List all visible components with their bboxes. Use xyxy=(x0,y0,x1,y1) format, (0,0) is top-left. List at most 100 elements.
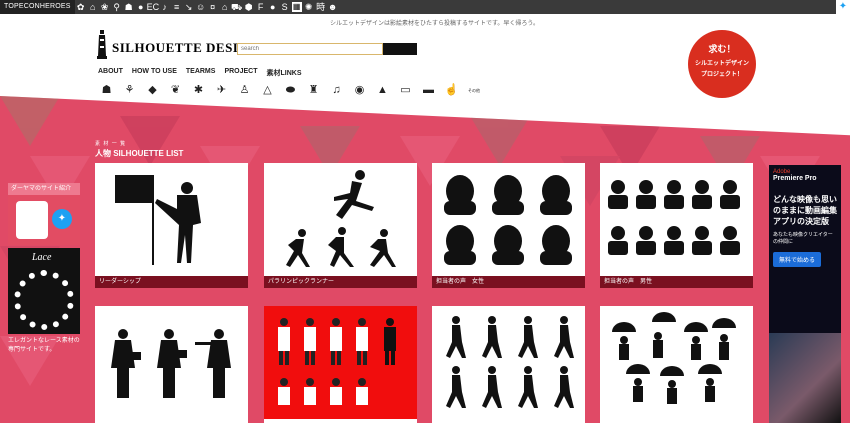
home-icon[interactable]: ⌂ xyxy=(87,0,99,14)
card-doctors[interactable] xyxy=(264,306,417,423)
shop-icon[interactable]: ⌂ xyxy=(219,0,231,14)
s-icon[interactable]: S xyxy=(279,0,291,14)
music-icon[interactable]: ♪ xyxy=(159,0,171,14)
site-logo[interactable]: SILHOUETTE DESIGN xyxy=(95,28,259,60)
pill-icon[interactable]: ⬬ xyxy=(283,84,298,97)
umbrella-silhouettes xyxy=(612,312,736,404)
symbol-icon[interactable]: ¤ xyxy=(207,0,219,14)
bubble-icon[interactable]: ● xyxy=(135,0,147,14)
section-heading: 素 材 一 覧 人物 SILHOUETTE LIST xyxy=(95,140,183,159)
lace-title: Lace xyxy=(32,252,52,263)
hand-icon[interactable]: ☝ xyxy=(444,84,459,97)
nav-how-to-use[interactable]: HOW TO USE xyxy=(132,68,177,78)
f-icon[interactable]: F xyxy=(255,0,267,14)
sidebar-heading: ダーヤマのサイト紹介 xyxy=(8,183,80,195)
card-image xyxy=(432,306,585,419)
card-image xyxy=(264,306,417,419)
hexagon-icon[interactable]: ⬢ xyxy=(243,0,255,14)
card-voice-female[interactable]: 担当者の声 女性 xyxy=(432,163,585,288)
search-form xyxy=(237,43,417,55)
category-more[interactable]: その他 xyxy=(467,84,481,97)
leaf-icon[interactable]: ❦ xyxy=(168,84,183,97)
lace-banner[interactable]: Lace xyxy=(8,248,80,334)
meditate-icon[interactable]: ♙ xyxy=(237,84,252,97)
card-presenters[interactable] xyxy=(95,306,248,423)
brand-label[interactable]: TOPECONHEROES xyxy=(0,0,75,14)
card-walkers[interactable] xyxy=(432,306,585,423)
ad-product: Premiere Pro xyxy=(773,175,817,182)
card-voice-male[interactable]: 担当者の声 男性 xyxy=(600,163,753,288)
section-subtitle: 素 材 一 覧 xyxy=(95,141,127,147)
text-icon[interactable]: ≡ xyxy=(171,0,183,14)
card-image xyxy=(95,306,248,419)
clock-icon[interactable]: 時 xyxy=(315,0,327,14)
person-icon[interactable]: ☗ xyxy=(99,84,114,97)
ad-photo xyxy=(769,333,841,423)
jacket-icon[interactable]: ♜ xyxy=(306,84,321,97)
sun-icon[interactable]: ✺ xyxy=(303,0,315,14)
bug-icon[interactable]: ✱ xyxy=(191,84,206,97)
presenter-silhouettes xyxy=(111,329,231,398)
badge-line2: シルエットデザイン xyxy=(694,61,749,67)
search-input[interactable] xyxy=(237,43,383,55)
card-caption: 担当者の声 男性 xyxy=(600,276,753,288)
ad-headline: どんな映像も思いのままに動画編集アプリの決定版 xyxy=(773,195,837,226)
runner-silhouettes xyxy=(286,170,396,267)
emoji-icon[interactable]: ☺ xyxy=(195,0,207,14)
lighthouse-icon xyxy=(95,28,109,60)
ec-icon[interactable]: EC xyxy=(147,0,159,14)
apple-icon[interactable]: ● xyxy=(267,0,279,14)
card-image xyxy=(600,306,753,419)
section-title: 人物 SILHOUETTE LIST xyxy=(95,149,184,158)
twitter-icon[interactable]: ✦ xyxy=(836,0,850,14)
card-caption: 担当者の声 女性 xyxy=(432,276,585,288)
twitter-icon[interactable]: ✦ xyxy=(52,209,72,229)
leader-flag-silhouette xyxy=(115,175,201,265)
eye-icon[interactable]: ◉ xyxy=(352,84,367,97)
female-bust-silhouettes xyxy=(444,175,572,265)
nav-project[interactable]: PROJECT xyxy=(224,68,257,78)
nav-about[interactable]: ABOUT xyxy=(98,68,123,78)
project-badge[interactable]: 求む！ シルエットデザイン プロジェクト！ xyxy=(688,30,756,98)
card-umbrella[interactable] xyxy=(600,306,753,423)
tent-icon[interactable]: △ xyxy=(260,84,275,97)
lace-pattern-icon xyxy=(14,270,74,330)
male-bust-silhouettes xyxy=(608,180,740,255)
mountain-icon[interactable]: ▲ xyxy=(375,84,390,97)
card-leadership[interactable]: リーダーシップ xyxy=(95,163,248,288)
grid-icon[interactable]: ▦ xyxy=(291,2,302,12)
gear-icon[interactable]: ✿ xyxy=(75,0,87,14)
site-logo-icon[interactable] xyxy=(16,201,48,239)
card-caption: パラリンピックランナー xyxy=(264,276,417,288)
ad-subtext: あなたも映像クリエイターの仲間に xyxy=(773,232,833,245)
running-icon[interactable]: ⚘ xyxy=(122,84,137,97)
sidebar-promo[interactable]: ✦ xyxy=(8,195,80,245)
sidebar: ダーヤマのサイト紹介 ✦ Lace エレガントなレース素材の専門サイトです。 xyxy=(8,183,80,355)
nav-links[interactable]: 素材LINKS xyxy=(267,68,302,78)
laptop-icon[interactable]: ▭ xyxy=(398,84,413,97)
card-paralympic-runner[interactable]: パラリンピックランナー xyxy=(264,163,417,288)
car-icon[interactable]: ⛟ xyxy=(231,0,243,14)
site-tagline: シルエットデザインは影絵素材をひたすら投稿するサイトです。早く帰ろう。 xyxy=(330,21,540,27)
music-note-icon[interactable]: ♫ xyxy=(329,84,344,97)
search-button[interactable] xyxy=(383,43,417,55)
nav-tearms[interactable]: TEARMS xyxy=(186,68,216,78)
top-toolbar: TOPECONHEROES ✿ ⌂ ❀ ⚲ ☗ ● EC ♪ ≡ ↘ ☺ ¤ ⌂… xyxy=(0,0,850,14)
flower-icon[interactable]: ❀ xyxy=(99,0,111,14)
ad-cta-button[interactable]: 無料で始める xyxy=(773,252,822,267)
doll-icon[interactable]: ☻ xyxy=(327,0,339,14)
walker-silhouettes xyxy=(446,316,574,408)
badge-line1: 求む！ xyxy=(708,44,736,54)
advertisement[interactable]: Adobe Premiere Pro どんな映像も思いのままに動画編集アプリの決… xyxy=(769,165,841,423)
card-image xyxy=(264,163,417,276)
card-image xyxy=(95,163,248,276)
card-caption: リーダーシップ xyxy=(95,276,248,288)
arrow-icon[interactable]: ↘ xyxy=(183,0,195,14)
burger-icon[interactable]: ▬ xyxy=(421,84,436,97)
card-image xyxy=(432,163,585,276)
pin-icon[interactable]: ⚲ xyxy=(111,0,123,14)
plane-icon[interactable]: ✈ xyxy=(214,84,229,97)
card-image xyxy=(600,163,753,276)
chat-icon[interactable]: ☗ xyxy=(123,0,135,14)
fish-icon[interactable]: ◆ xyxy=(145,84,160,97)
